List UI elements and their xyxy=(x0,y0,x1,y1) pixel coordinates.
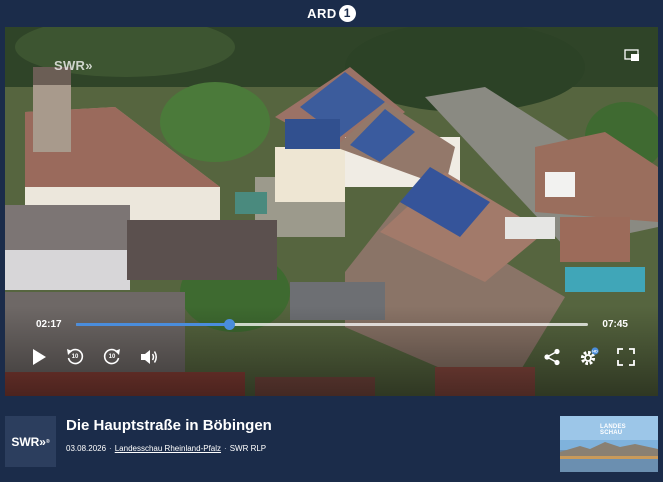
progress-fill xyxy=(76,323,229,326)
skip-back-seconds: 10 xyxy=(71,354,79,360)
ard-logo[interactable]: ARD 1 xyxy=(307,4,356,22)
broadcast-date: 03.08.2026 xyxy=(66,444,107,453)
video-meta: 03.08.2026 · Landesschau Rheinland-Pfalz… xyxy=(66,444,266,453)
picture-in-picture-icon[interactable] xyxy=(624,49,640,62)
video-title: Die Hauptstraße in Böbingen xyxy=(66,417,272,434)
ard-logo-text: ARD xyxy=(307,5,337,21)
current-time: 02:17 xyxy=(36,319,62,330)
total-time: 07:45 xyxy=(602,319,628,330)
volume-icon[interactable] xyxy=(139,347,159,367)
broadcaster-name: SWR RLP xyxy=(229,444,267,453)
video-info-bar: SWR» ® Die Hauptstraße in Böbingen 03.08.… xyxy=(0,396,663,482)
progress-bar[interactable] xyxy=(76,319,588,330)
share-icon[interactable] xyxy=(542,347,562,367)
settings-icon[interactable]: HD xyxy=(579,347,599,367)
fullscreen-icon[interactable] xyxy=(616,347,636,367)
channel-watermark: SWR» xyxy=(54,58,93,73)
channel-logo[interactable]: SWR» ® xyxy=(5,416,56,467)
meta-separator: · xyxy=(109,444,112,453)
progress-handle[interactable] xyxy=(223,319,235,330)
show-thumbnail[interactable]: LANDES SCHAU xyxy=(560,416,658,472)
channel-logo-text: SWR» xyxy=(11,434,46,449)
thumbnail-label-line-2: SCHAU xyxy=(600,430,623,436)
show-link[interactable]: Landesschau Rheinland-Pfalz xyxy=(115,444,221,453)
play-icon[interactable] xyxy=(29,347,49,367)
thumbnail-label: LANDES SCHAU xyxy=(600,424,626,436)
skip-forward-seconds: 10 xyxy=(108,354,116,360)
meta-separator: · xyxy=(224,444,227,453)
video-player[interactable]: SWR» 02:17 07:45 10 10 HD xyxy=(5,27,658,396)
ard-logo-badge: 1 xyxy=(338,4,356,22)
skip-forward-icon[interactable]: 10 xyxy=(102,347,122,367)
skip-back-icon[interactable]: 10 xyxy=(65,347,85,367)
top-bar: ARD 1 xyxy=(0,0,663,26)
hd-badge: HD xyxy=(592,350,598,354)
